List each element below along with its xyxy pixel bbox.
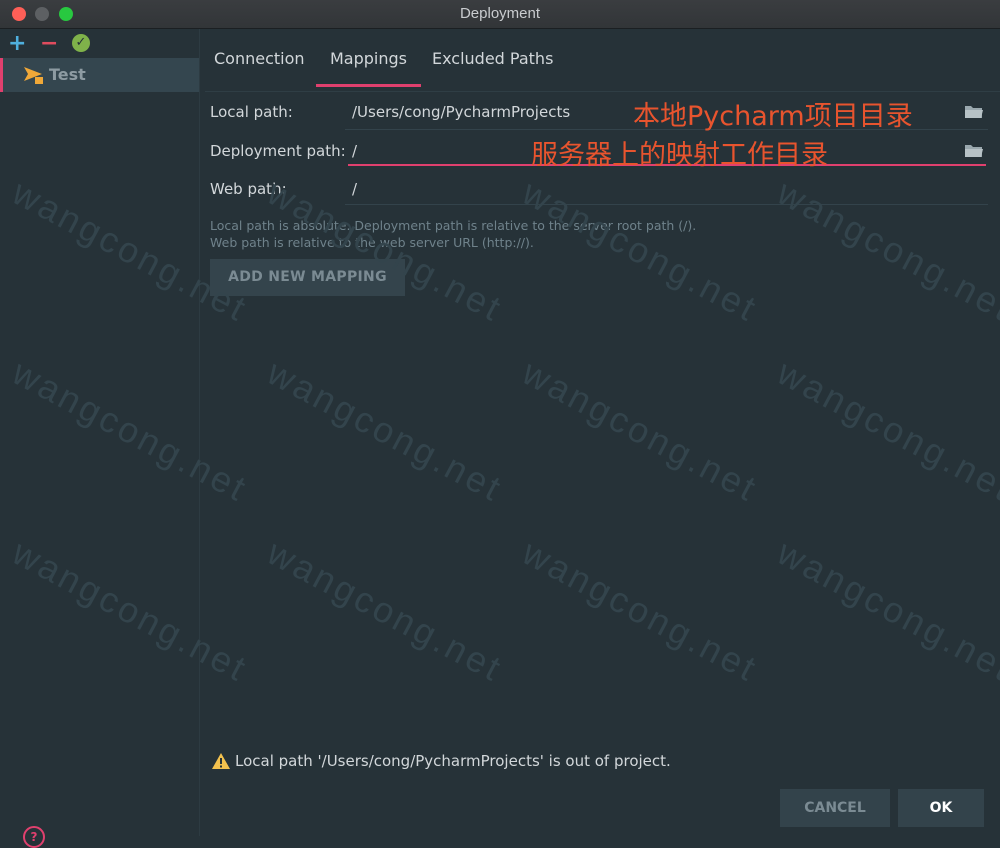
- annotation-deployment-path: 服务器上的映射工作目录: [531, 140, 828, 171]
- watermark-text: wangcong.net: [770, 531, 1000, 690]
- add-new-mapping-button[interactable]: ADD NEW MAPPING: [210, 259, 405, 296]
- row-separator: [345, 204, 988, 205]
- tab-connection[interactable]: Connection: [214, 49, 305, 87]
- annotation-local-path: 本地Pycharm项目目录: [633, 101, 913, 132]
- server-item-label: Test: [49, 65, 86, 84]
- watermark-text: wangcong.net: [770, 171, 1000, 330]
- tab-mappings[interactable]: Mappings: [316, 49, 421, 87]
- help-icon[interactable]: ?: [23, 826, 45, 848]
- local-path-label: Local path:: [210, 103, 293, 121]
- warning-icon: [212, 753, 230, 769]
- browse-local-folder-icon[interactable]: [964, 104, 984, 119]
- watermark-text: wangcong.net: [515, 351, 765, 510]
- cancel-button[interactable]: CANCEL: [780, 789, 890, 827]
- web-path-field[interactable]: /: [352, 180, 357, 198]
- add-server-icon[interactable]: +: [8, 33, 26, 55]
- title-bar: Deployment: [0, 0, 1000, 29]
- watermark-text: wangcong.net: [260, 531, 510, 690]
- tab-divider: [205, 91, 1000, 92]
- web-path-label: Web path:: [210, 180, 287, 198]
- server-item-test[interactable]: Test: [0, 58, 199, 92]
- tab-excluded-paths[interactable]: Excluded Paths: [432, 49, 553, 87]
- watermark-text: wangcong.net: [515, 531, 765, 690]
- ok-button[interactable]: OK: [898, 789, 984, 827]
- watermark-text: wangcong.net: [260, 171, 510, 330]
- deployment-path-label: Deployment path:: [210, 142, 346, 160]
- local-path-field[interactable]: /Users/cong/PycharmProjects: [352, 103, 570, 121]
- server-sidebar: + − ✓ Test ?: [0, 29, 200, 848]
- window-title: Deployment: [459, 5, 541, 22]
- sftp-server-icon: [24, 67, 43, 84]
- watermark-text: wangcong.net: [260, 351, 510, 510]
- watermark-text: wangcong.net: [770, 351, 1000, 510]
- set-default-check-icon[interactable]: ✓: [72, 34, 90, 52]
- remove-server-icon[interactable]: −: [40, 33, 58, 55]
- warning-message: Local path '/Users/cong/PycharmProjects'…: [235, 752, 671, 770]
- deployment-path-field[interactable]: /: [352, 142, 357, 160]
- hint-line-1: Local path is absolute. Deployment path …: [210, 218, 697, 233]
- watermark-text: wangcong.net: [515, 171, 765, 330]
- hint-line-2: Web path is relative to the web server U…: [210, 235, 534, 250]
- browse-deployment-folder-icon[interactable]: [964, 143, 984, 158]
